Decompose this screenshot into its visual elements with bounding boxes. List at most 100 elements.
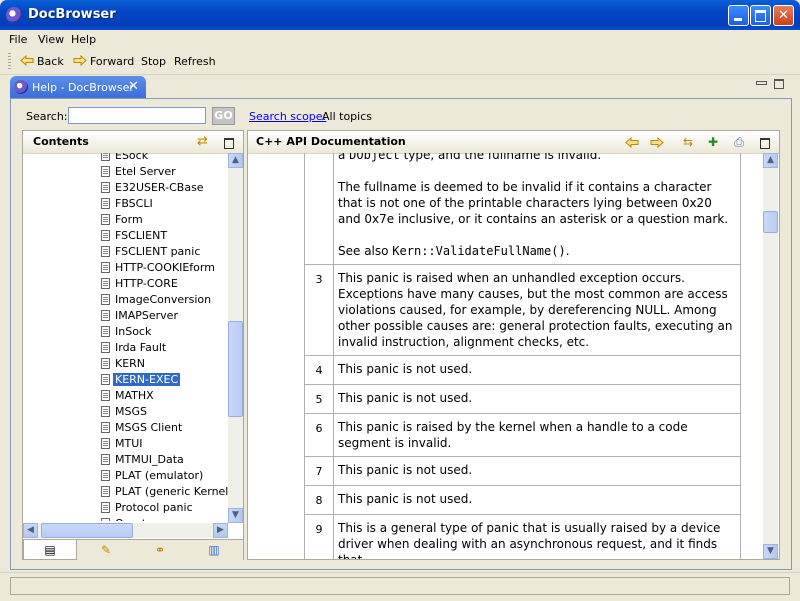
refresh-button[interactable]: Refresh (174, 55, 216, 68)
title-bar[interactable]: DocBrowser ✕ (0, 0, 800, 30)
document-icon (101, 326, 110, 337)
table-row: 5 This panic is not used. (304, 384, 741, 414)
document-vscrollbar[interactable]: ▲ ▼ (763, 153, 778, 559)
back-button[interactable]: Back (20, 55, 64, 68)
contents-maximize-icon[interactable] (224, 138, 234, 149)
toolbar-grip[interactable] (8, 53, 11, 71)
panic-description: This panic is not used. (333, 485, 741, 515)
document-icon (101, 438, 110, 449)
tab-help-docbrowser[interactable]: Help - DocBrowser ✕ (10, 76, 146, 98)
scroll-down-icon[interactable]: ▼ (228, 508, 243, 523)
search-scope-value: All topics (322, 110, 372, 123)
tree-item-label: MATHX (115, 389, 154, 402)
document-icon (101, 502, 110, 513)
panic-description: This panic is raised by the kernel when … (333, 413, 741, 457)
tree-item-label: Protocol panic (115, 501, 193, 514)
tree-item-label: Form (115, 213, 143, 226)
docbrowser-tab-icon (14, 80, 28, 94)
menu-view[interactable]: View (38, 33, 64, 46)
menu-help[interactable]: Help (71, 33, 96, 46)
maximize-icon (751, 6, 770, 25)
doc-scroll-down-icon[interactable]: ▼ (763, 544, 778, 559)
doc-scroll-thumb[interactable] (763, 211, 778, 233)
panic-number: 6 (304, 413, 334, 457)
menu-file[interactable]: File (9, 33, 27, 46)
document-icon (101, 422, 110, 433)
see-also-link[interactable]: Kern::ValidateFullName() (392, 244, 565, 258)
scroll-right-icon[interactable]: ▶ (213, 523, 228, 538)
document-icon (101, 406, 110, 417)
document-icon (101, 230, 110, 241)
panic-number: 3 (304, 264, 334, 356)
panic-table: a DObject type, and the fullname is inva… (304, 153, 741, 559)
panic-description: This panic is not used. (333, 355, 741, 385)
document-maximize-icon[interactable] (760, 138, 770, 149)
contents-vscrollbar[interactable]: ▲ ▼ (228, 153, 243, 523)
document-icon (101, 470, 110, 481)
tab-search-results-icon[interactable]: ✎ (79, 540, 133, 560)
tree-item-label: HTTP-COOKIEform (115, 261, 215, 274)
tree-item-label: MTUI (115, 437, 143, 450)
scroll-up-icon[interactable]: ▲ (228, 153, 243, 168)
tree-item-label: MSGS (115, 405, 147, 418)
close-button[interactable]: ✕ (773, 5, 794, 26)
contents-tree[interactable]: ESock Etel Server E32USER-CBase FBSCLI Form F… (23, 153, 228, 521)
table-row: 7 This panic is not used. (304, 456, 741, 486)
search-label: Search: (26, 110, 68, 123)
maximize-button[interactable] (750, 5, 771, 26)
tab-close-icon[interactable]: ✕ (128, 79, 139, 94)
panic-number: 9 (304, 514, 334, 559)
panic-number: 7 (304, 456, 334, 486)
tree-item-label: HTTP-CORE (115, 277, 178, 290)
tab-links-icon[interactable]: ⚭ (133, 540, 187, 560)
tree-item-label: FSCLIENT panic (115, 245, 201, 258)
tab-bookmarks-icon[interactable]: ▥ (187, 540, 241, 560)
view-maximize-icon[interactable] (774, 79, 784, 89)
panic-number (304, 153, 334, 265)
tree-item-label: FSCLIENT (115, 229, 168, 242)
tab-contents-icon[interactable]: ▤ (23, 540, 77, 560)
back-label: Back (37, 55, 64, 68)
document-icon (101, 294, 110, 305)
contents-title: Contents (33, 135, 89, 148)
link-with-contents-icon[interactable]: ⇄ (197, 134, 208, 149)
scroll-thumb[interactable] (228, 321, 243, 417)
show-in-contents-icon[interactable]: ⇆ (680, 135, 696, 149)
table-row: 9 This is a general type of panic that is… (304, 514, 741, 559)
document-icon (101, 390, 110, 401)
bookmark-add-icon[interactable]: ✚ (705, 135, 721, 149)
panic-description: This panic is raised when an unhandled e… (333, 264, 741, 356)
tree-item-label: KERN-EXEC (113, 373, 181, 386)
print-icon[interactable]: ⎙ (731, 135, 747, 149)
tree-item-label: ESock (115, 153, 149, 162)
document-icon (101, 198, 110, 209)
doc-back-icon[interactable] (625, 137, 639, 148)
minimize-icon (729, 6, 748, 25)
document-icon (101, 278, 110, 289)
hscroll-thumb[interactable] (41, 523, 133, 538)
tree-item-label: PLAT (emulator) (115, 469, 204, 482)
tree-item-label: Quartz (113, 517, 154, 521)
doc-forward-icon[interactable] (650, 137, 664, 148)
table-row: 4 This panic is not used. (304, 355, 741, 385)
document-icon (101, 342, 110, 353)
panic-description: This is a general type of panic that is … (333, 514, 741, 559)
scroll-left-icon[interactable]: ◀ (23, 523, 38, 538)
forward-button[interactable]: Forward (73, 55, 134, 68)
search-scope-link[interactable]: Search scope: (249, 110, 326, 123)
stop-button[interactable]: Stop (141, 55, 166, 68)
minimize-button[interactable] (728, 5, 749, 26)
tree-item-label: MTMUI_Data (115, 453, 184, 466)
panic-number: 5 (304, 384, 334, 414)
contents-panel: Contents ⇄ ESock Etel Server E32USER-CBase… (22, 130, 244, 560)
search-input[interactable] (68, 107, 206, 124)
view-minimize-icon[interactable] (756, 79, 767, 87)
window-title: DocBrowser (28, 7, 116, 22)
contents-tabs: ▤ ✎ ⚭ ▥ (23, 539, 243, 560)
contents-header: Contents ⇄ (23, 131, 243, 154)
go-button[interactable]: GO (212, 107, 235, 125)
doc-scroll-up-icon[interactable]: ▲ (763, 153, 778, 168)
document-icon (101, 153, 110, 161)
tree-item-label: IMAPServer (115, 309, 178, 322)
contents-hscrollbar[interactable]: ◀ ▶ (23, 523, 228, 538)
